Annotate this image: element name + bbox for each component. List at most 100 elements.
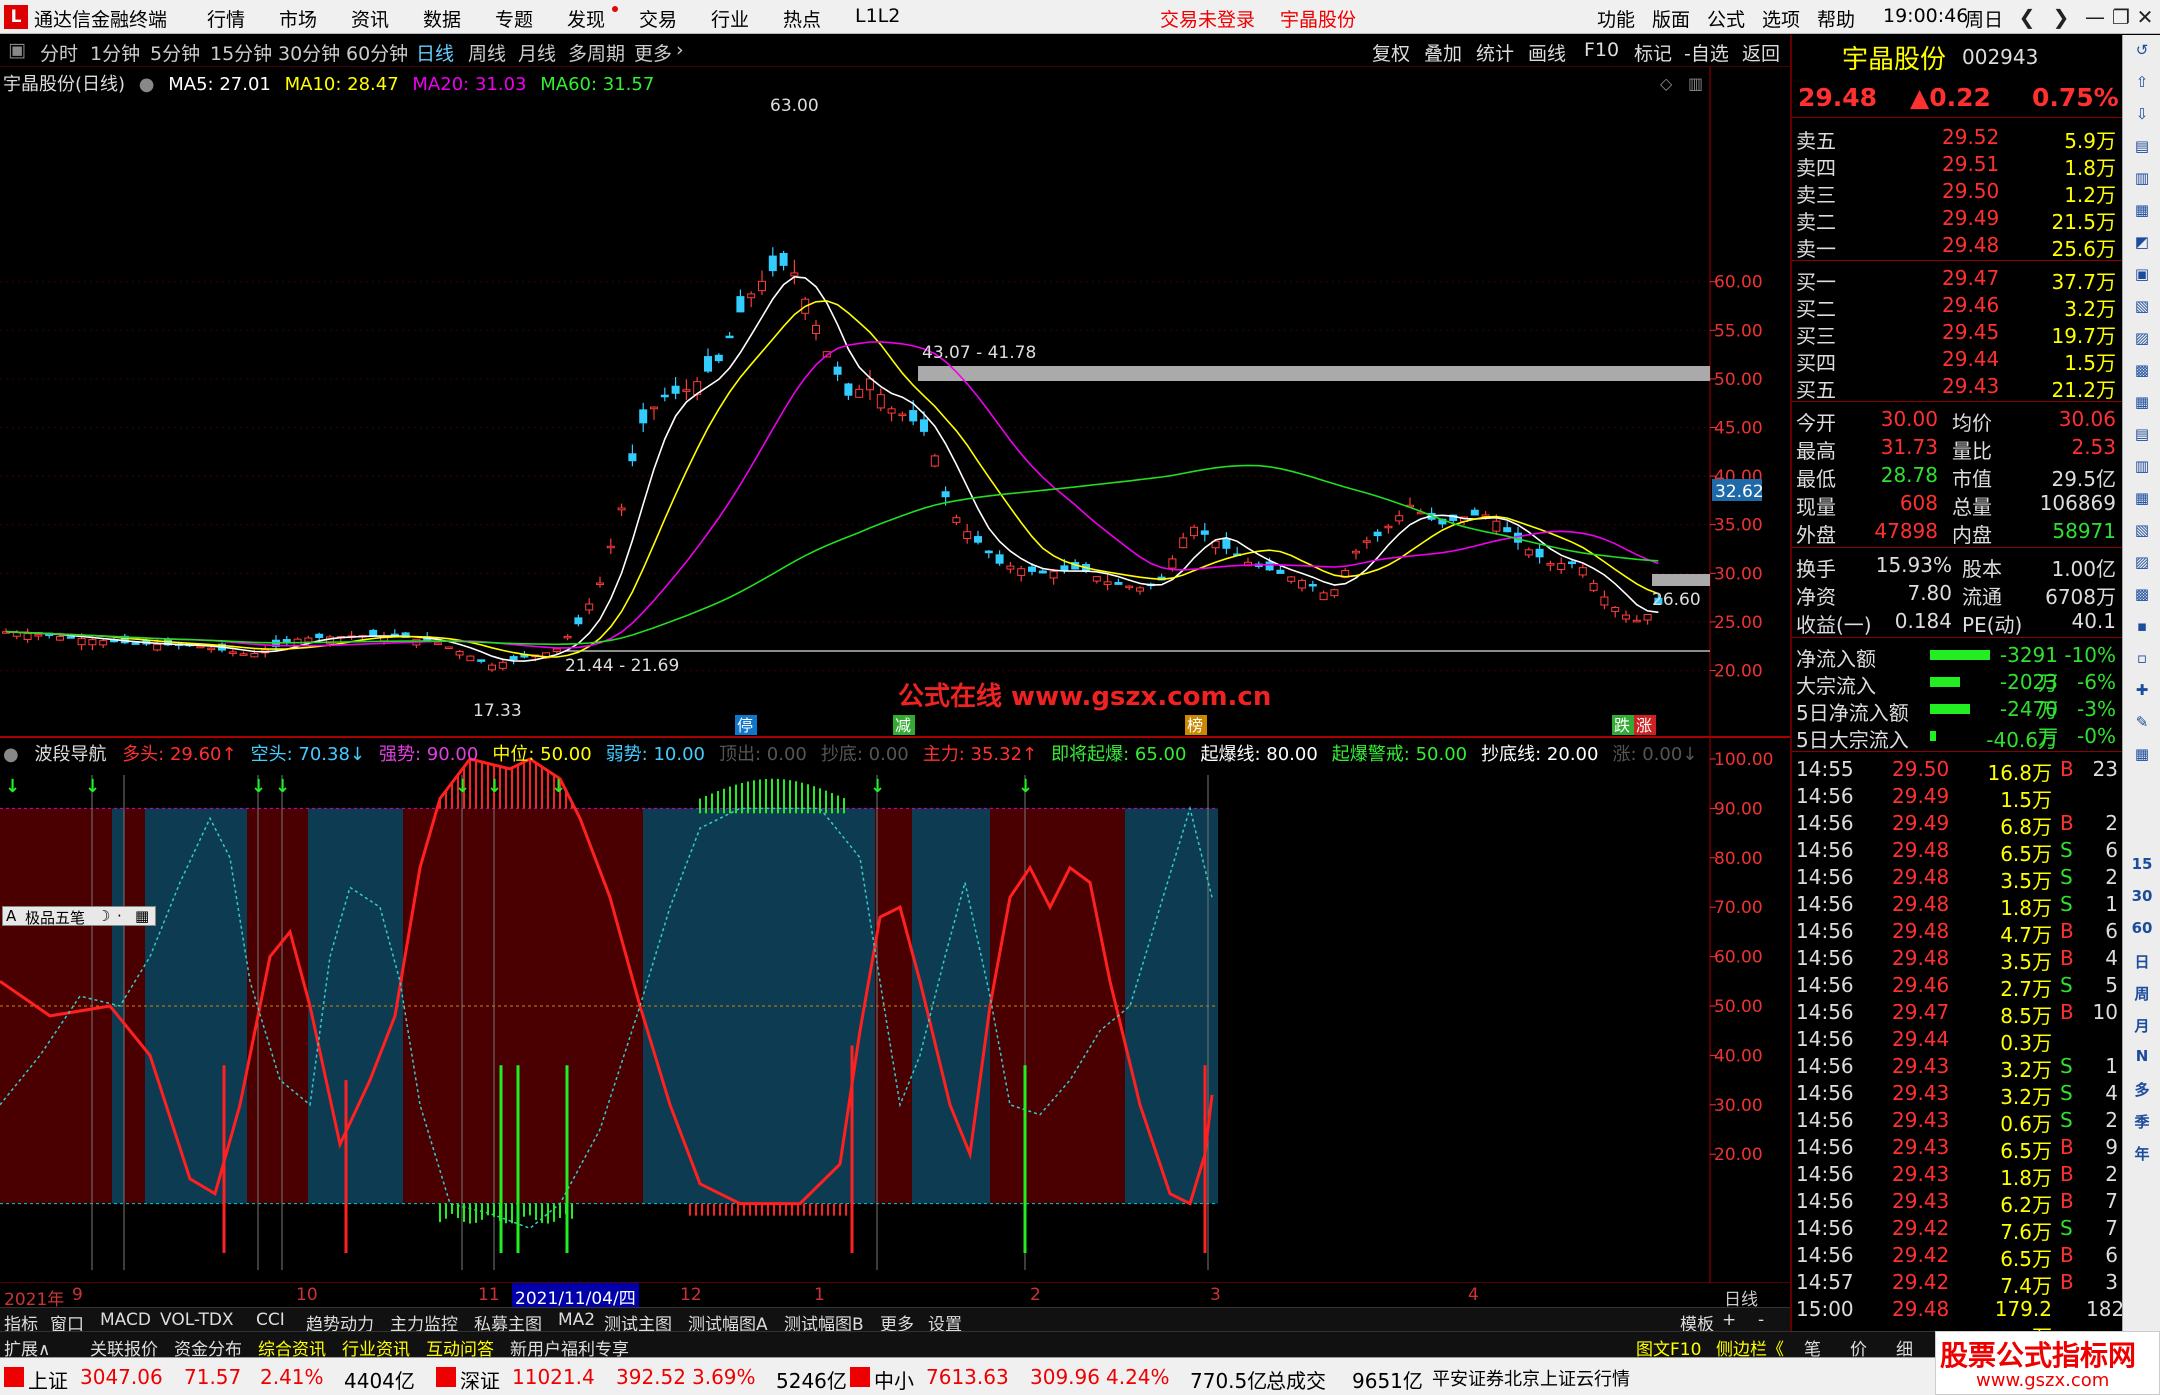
buy-arrow-icon: ↓ — [275, 776, 290, 797]
tick-price: 29.48 — [1892, 892, 1950, 916]
candle-body — [1600, 596, 1609, 606]
tick-side: S — [2060, 838, 2073, 862]
tick-count: 6 — [2105, 838, 2118, 862]
chart-area[interactable]: ↓ ↓ ↓ ↓ ↓ ↓ ↓ ↓ ↓ 60.00 55.00 50.00 45.00 40.00 35.00… — [0, 0, 1790, 1283]
square-icon[interactable]: ▫ — [2129, 649, 2155, 673]
tick-time: 14:56 — [1796, 838, 1854, 862]
tick-price: 29.43 — [1892, 1135, 1950, 1159]
candle-body — [1125, 585, 1134, 589]
flow-icon[interactable]: ▧ — [2129, 521, 2155, 545]
date-label-9: 9 — [72, 1285, 83, 1305]
doc-icon[interactable]: ▦ — [2129, 393, 2155, 417]
stat-row: 最高 31.73 量比 2.53 — [1792, 433, 2122, 463]
diamond-icon[interactable]: ◇ — [1660, 74, 1673, 93]
chart-stock-title: 宇晶股份(日线) — [3, 74, 126, 95]
stats-icon[interactable]: ▤ — [2129, 425, 2155, 449]
buy-level-price: 29.43 — [1942, 374, 2000, 398]
sidebar-period[interactable]: 15 — [2129, 855, 2155, 879]
bar-icon[interactable]: ▧ — [2129, 297, 2155, 321]
table-icon[interactable]: ▥ — [2129, 169, 2155, 193]
indicator-tab[interactable]: MA2 — [558, 1310, 595, 1330]
indicator-legend-item: 抄底线: 20.00 — [1481, 744, 1599, 765]
index-name[interactable]: 上证 — [28, 1365, 68, 1394]
pen-icon[interactable]: ✎ — [2129, 713, 2155, 737]
sector-icon[interactable]: ▦ — [2129, 489, 2155, 513]
index-name[interactable]: 深证 — [460, 1365, 500, 1394]
index-amount: 4404亿 — [344, 1369, 415, 1393]
candle-body — [952, 517, 961, 523]
sidebar-period[interactable]: 多 — [2129, 1079, 2155, 1103]
close-icon[interactable]: ✕ — [2128, 2, 2160, 32]
legend-settings-icon[interactable]: ● — [139, 74, 155, 95]
candle-body — [12, 632, 21, 637]
f10-icon[interactable]: ▩ — [2129, 361, 2155, 385]
candle-body — [34, 634, 43, 637]
indicator-tab[interactable]: MACD — [100, 1310, 151, 1330]
quote-change: ▲0.22 — [1910, 83, 1991, 112]
stat-value: 58971 — [2052, 519, 2116, 543]
sidebar-period[interactable]: 年 — [2129, 1143, 2155, 1167]
add-window-button[interactable]: + — [1722, 1310, 1736, 1330]
ime-keyboard-icon[interactable]: ▦ — [135, 907, 149, 925]
depth-icon[interactable]: ▨ — [2129, 553, 2155, 577]
kline-icon[interactable]: ▣ — [2129, 265, 2155, 289]
candle-body — [153, 643, 162, 651]
indicator-legend-item: 起爆警戒: 50.00 — [1331, 744, 1468, 765]
sidebar-period[interactable]: 周 — [2129, 983, 2155, 1007]
date-label-12: 12 — [680, 1285, 702, 1305]
ime-dot-icon[interactable]: · — [117, 907, 122, 925]
indicator-tab[interactable]: VOL-TDX — [160, 1310, 234, 1330]
down-icon[interactable]: ⇩ — [2129, 105, 2155, 129]
candle-body — [725, 335, 734, 339]
menu-bangzhu[interactable]: 帮助 — [1817, 5, 1855, 32]
list-icon[interactable]: ▤ — [2129, 137, 2155, 161]
grid-icon[interactable]: ▦ — [2129, 201, 2155, 225]
rsi-icon[interactable]: ▩ — [2129, 585, 2155, 609]
candle-body — [1492, 520, 1501, 532]
sidebar-period[interactable]: 月 — [2129, 1015, 2155, 1039]
sidebar-period[interactable]: 30 — [2129, 887, 2155, 911]
index-up-icon — [4, 1367, 24, 1387]
cross-icon[interactable]: ✚ — [2129, 681, 2155, 705]
tick-price: 29.43 — [1892, 1081, 1950, 1105]
panel-separator — [1792, 637, 2122, 638]
flow-pct: -0% — [2077, 724, 2116, 748]
indicator-settings-icon[interactable]: ● — [3, 744, 19, 765]
buy-arrow-icon: ↓ — [870, 776, 885, 797]
pin-icon[interactable]: ▪ — [2129, 617, 2155, 641]
ime-a-icon[interactable]: A — [6, 907, 16, 925]
indicator-name[interactable]: 波段导航 — [34, 744, 106, 765]
refresh-icon[interactable]: ↺ — [2129, 41, 2155, 65]
low-box-label: 26.60 — [1652, 590, 1701, 610]
news-icon[interactable]: ▨ — [2129, 329, 2155, 353]
forward-arrow-icon[interactable]: ❯ — [2044, 2, 2078, 32]
indicator-axis-tick: 90.00 — [1714, 799, 1763, 819]
ranking-icon[interactable]: ▥ — [2129, 457, 2155, 481]
ime-moon-icon[interactable]: ☽ — [97, 907, 110, 925]
indicator-tab[interactable]: CCI — [256, 1310, 285, 1330]
sidebar-period[interactable]: N — [2129, 1047, 2155, 1071]
remove-window-button[interactable]: - — [1758, 1310, 1764, 1330]
quote-pct: 0.75% — [2032, 83, 2119, 112]
ma-legend: 宇晶股份(日线) ● MA5: 27.01 MA10: 28.47 MA20: … — [3, 70, 662, 96]
buy-arrow-icon: ↓ — [5, 776, 20, 797]
up-icon[interactable]: ⇧ — [2129, 73, 2155, 97]
index-name[interactable]: 中小 — [874, 1365, 914, 1394]
y-axis-labels: 60.00 55.00 50.00 45.00 40.00 35.00 30.00 25.00… — [1710, 273, 1773, 1165]
tick-count: 1 — [2105, 892, 2118, 916]
ime-float-window[interactable]: A 极品五笔 ☽ · ▦ — [2, 906, 156, 927]
stat-value: 1.00亿 — [2051, 557, 2116, 581]
sidebar-period[interactable]: 日 — [2129, 951, 2155, 975]
tick-time: 14:56 — [1796, 1054, 1854, 1078]
candle-body — [768, 255, 777, 272]
sidebar-period[interactable]: 季 — [2129, 1111, 2155, 1135]
fs-icon[interactable]: ▦ — [2129, 745, 2155, 769]
back-arrow-icon[interactable]: ❮ — [2010, 2, 2044, 32]
square-icon[interactable]: ▥ — [1688, 74, 1703, 93]
indicator-axis-tick: 50.00 — [1714, 997, 1763, 1017]
tick-time: 14:56 — [1796, 1108, 1854, 1132]
candle-body — [1017, 568, 1026, 576]
chart-icon[interactable]: ◩ — [2129, 233, 2155, 257]
indicator-axis-tick: 80.00 — [1714, 849, 1763, 869]
sidebar-period[interactable]: 60 — [2129, 919, 2155, 943]
